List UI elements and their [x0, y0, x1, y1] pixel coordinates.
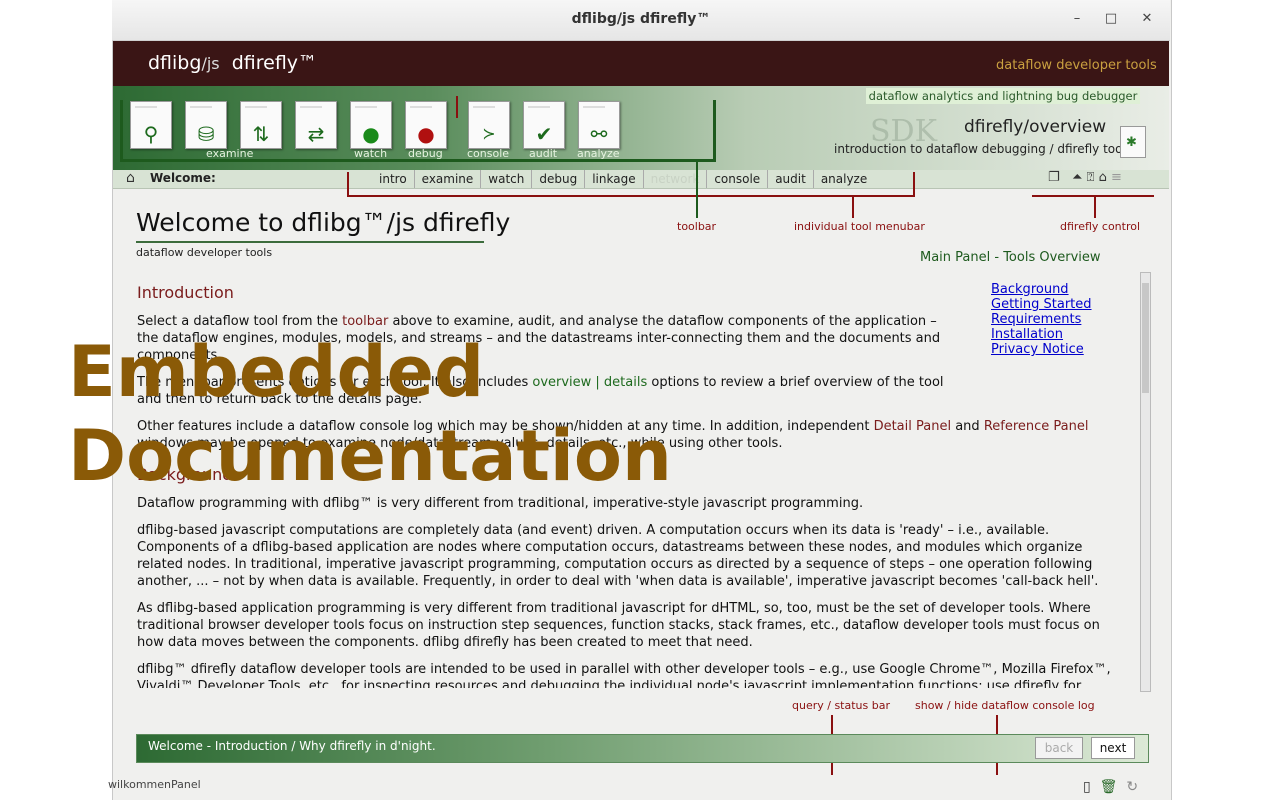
annotation-control: dfirefly control — [1060, 220, 1141, 233]
home-icon[interactable]: ⌂ — [126, 170, 135, 186]
maximize-button[interactable]: □ — [1102, 10, 1120, 28]
watch-icon: ● — [362, 122, 380, 146]
page-title: Welcome to dflibg™/js dfirefly — [136, 208, 510, 237]
tool-watch[interactable]: ● — [350, 101, 392, 149]
refresh-icon[interactable]: ↻ — [1126, 779, 1138, 795]
magnifier-icon: ⚲ — [143, 122, 159, 146]
toolbar-pointer — [696, 162, 698, 218]
annotation-console: show / hide dataflow console log — [915, 699, 1095, 712]
watch-label: watch — [354, 147, 388, 160]
control-bracket — [1032, 195, 1154, 197]
menubar-pointer — [852, 196, 854, 218]
embedded-documentation-overlay: Embedded Documentation — [68, 330, 672, 498]
app-logo: dflibg/js dfirefly™ — [148, 52, 317, 74]
analyze-icon: ⚯ — [590, 122, 608, 146]
tool-console[interactable]: ≻ — [468, 101, 510, 149]
menu-console[interactable]: console — [707, 170, 769, 188]
tool-audit[interactable]: ✔ — [523, 101, 565, 149]
menu-watch[interactable]: watch — [481, 170, 533, 188]
menu-audit[interactable]: audit — [768, 170, 814, 188]
background-paragraph-2: dflibg-based javascript computations are… — [137, 523, 1099, 589]
console-label: console — [467, 147, 510, 160]
console-controls: ▯ 🗑 ↻ — [1083, 779, 1138, 795]
tool-examine-search[interactable]: ⚲ — [130, 101, 172, 149]
minimize-button[interactable]: – — [1068, 10, 1086, 28]
trash-icon[interactable]: 🗑 — [1100, 779, 1118, 795]
database-icon: ⛁ — [197, 122, 215, 146]
tool-examine-transform[interactable]: ⇅ — [240, 101, 282, 149]
overview-title: dfirefly/overview — [964, 117, 1107, 137]
menu-icon[interactable]: ≡ — [1111, 170, 1122, 185]
title-brand: dflibg™/js dfirefly — [291, 208, 511, 237]
intro-heading: Introduction — [137, 284, 234, 302]
tool-analyze[interactable]: ⚯ — [578, 101, 620, 149]
reference-panel-link[interactable]: Reference Panel — [984, 419, 1089, 434]
overlay-line-2: Documentation — [68, 415, 672, 497]
menu-examine[interactable]: examine — [415, 170, 482, 188]
menu-analyze[interactable]: analyze — [814, 170, 874, 188]
refresh-icon: ⇄ — [307, 122, 325, 146]
menu-intro[interactable]: intro — [372, 170, 415, 188]
console-icon: ≻ — [482, 124, 496, 143]
logo-js: /js — [201, 54, 220, 73]
logo-product: dfirefly™ — [231, 52, 318, 74]
debug-icon: ● — [417, 122, 435, 146]
title-prefix: Welcome to — [136, 208, 292, 237]
panel-name: wilkommenPanel — [108, 778, 201, 791]
content-scrollbar[interactable] — [1140, 272, 1151, 692]
dfirefly-controls: ❐ ⏶ ⍰ ⌂ ≡ — [1048, 170, 1122, 185]
debug-label: debug — [408, 147, 443, 160]
annotation-toolbar: toolbar — [677, 220, 717, 233]
logo-text: dflibg — [148, 52, 202, 74]
annotation-menubar: individual tool menubar — [794, 220, 925, 233]
examine-label: examine — [206, 147, 254, 160]
analytics-banner: dataflow analytics and lightning bug deb… — [866, 88, 1140, 104]
window-title: dflibg/js dfirefly™ — [571, 11, 711, 27]
page-subtitle: dataflow developer tools — [136, 246, 273, 259]
background-paragraph-3: As dflibg-based application programming … — [137, 601, 1100, 650]
document-icon[interactable]: ▯ — [1083, 779, 1091, 795]
tool-menubar: intro examine watch debug linkage networ… — [372, 170, 874, 188]
header-tagline: dataflow developer tools — [996, 58, 1157, 73]
close-button[interactable]: ✕ — [1138, 10, 1156, 28]
background-paragraph-4: dflibg™ dfirefly dataflow developer tool… — [137, 662, 1111, 688]
back-button[interactable]: back — [1035, 737, 1083, 759]
collapse-icon[interactable]: ⏶ — [1072, 170, 1082, 185]
firefly-bug-icon[interactable]: ✱ — [1120, 126, 1146, 158]
next-button[interactable]: next — [1091, 737, 1135, 759]
audit-label: audit — [529, 147, 558, 160]
toolbar-link[interactable]: toolbar — [342, 314, 388, 329]
toolbar-divider — [456, 96, 458, 118]
menubar-bracket-bottom — [347, 195, 915, 197]
menu-linkage[interactable]: linkage — [585, 170, 644, 188]
home-icon[interactable]: ⌂ — [1099, 170, 1107, 185]
help-icon[interactable]: ⍰ — [1087, 170, 1095, 185]
main-panel-label: Main Panel - Tools Overview — [920, 250, 1101, 265]
title-bar: dflibg/js dfirefly™ – □ ✕ — [112, 0, 1170, 41]
welcome-label: Welcome: — [150, 171, 216, 185]
status-text: Welcome - Introduction / Why dfirefly in… — [148, 739, 436, 753]
overview-subtitle: introduction to dataflow debugging / dfi… — [834, 142, 1133, 156]
transform-icon: ⇅ — [252, 122, 270, 146]
windows-icon[interactable]: ❐ — [1048, 170, 1060, 185]
audit-icon: ✔ — [535, 122, 553, 146]
footer-bar — [113, 775, 1169, 800]
tool-debug[interactable]: ● — [405, 101, 447, 149]
annotation-status: query / status bar — [792, 699, 890, 712]
detail-panel-link[interactable]: Detail Panel — [874, 419, 952, 434]
menubar-bracket-right — [913, 172, 915, 196]
control-pointer — [1094, 196, 1096, 218]
menu-debug[interactable]: debug — [532, 170, 586, 188]
title-rule — [136, 241, 484, 243]
overlay-line-1: Embedded — [68, 331, 485, 413]
tool-examine-refresh[interactable]: ⇄ — [295, 101, 337, 149]
analyze-label: analyze — [577, 147, 620, 160]
tool-examine-data[interactable]: ⛁ — [185, 101, 227, 149]
menubar-bracket-left — [347, 172, 349, 196]
scrollbar-thumb[interactable] — [1142, 283, 1149, 393]
